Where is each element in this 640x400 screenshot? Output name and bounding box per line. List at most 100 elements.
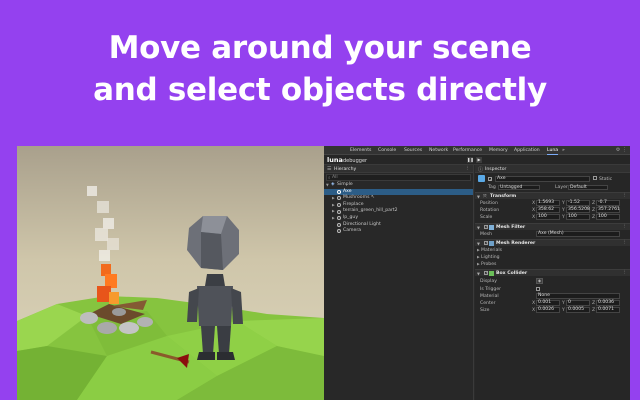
mesh-renderer-checkbox[interactable] (484, 240, 488, 245)
axis-x-label: X (532, 214, 536, 220)
component-menu-icon[interactable]: ⋮ (622, 270, 627, 275)
transform-section-header[interactable]: ▼ ⤧ Transform ⋮ (475, 192, 630, 200)
expand-arrow-icon[interactable]: ▶ (332, 208, 335, 215)
tab-network[interactable]: Network (429, 148, 448, 153)
size-x-field[interactable]: 0.0026 (536, 307, 560, 313)
center-z-field[interactable]: 0.0036 (596, 300, 620, 306)
step-button[interactable]: ▶ (476, 157, 482, 163)
mesh-filter-title: Mesh Filter (496, 225, 526, 231)
tree-item-mushrooms[interactable]: ▶ Mushrooms ↖ (324, 195, 473, 202)
mesh-field[interactable]: Axe (Mesh) (536, 231, 620, 237)
rotation-z-field[interactable]: 357.2761 (596, 207, 620, 213)
component-menu-icon[interactable]: ⋮ (622, 224, 627, 229)
luna-logo: luna (327, 156, 343, 164)
edit-collider-icon[interactable]: ◈ (536, 278, 543, 284)
is-trigger-checkbox[interactable] (536, 286, 540, 291)
tree-item-terrain[interactable]: ▶ terrain_green_hill_part2 (324, 208, 473, 215)
collapse-arrow-icon[interactable]: ▼ (477, 194, 480, 199)
scale-label: Scale (480, 214, 493, 220)
axis-z-label: Z (592, 200, 596, 206)
rotation-x-field[interactable]: 358.62 (536, 207, 560, 213)
position-x-field[interactable]: 1.5693 (536, 200, 560, 206)
gameobject-icon (337, 203, 341, 208)
axis-x-label: X (532, 200, 536, 206)
lighting-foldout[interactable]: ▶ Lighting (475, 254, 630, 260)
tag-select[interactable]: Untagged (498, 184, 540, 190)
mesh-renderer-icon (489, 241, 494, 246)
axis-x-label: X (532, 307, 536, 313)
tree-root-simple[interactable]: ▼ ◈ Simple (324, 182, 473, 189)
expand-arrow-icon[interactable]: ▼ (326, 182, 329, 189)
active-checkbox[interactable]: ✓ (488, 176, 492, 181)
rotation-label: Rotation (480, 207, 500, 213)
expand-arrow-icon[interactable]: ▶ (332, 195, 335, 202)
center-y-field[interactable]: 0 (566, 300, 590, 306)
gameobject-icon (337, 216, 341, 221)
tab-performance[interactable]: Performance (453, 148, 482, 153)
scale-x-field[interactable]: 100 (536, 214, 560, 220)
gameobject-icon (337, 229, 341, 234)
devtools-settings-icon[interactable]: ⚙ ⋮ (616, 147, 627, 153)
probes-foldout[interactable]: ▶ Probes (475, 261, 630, 267)
center-label: Center (480, 300, 496, 306)
collapse-arrow-icon[interactable]: ▼ (477, 271, 480, 276)
hierarchy-search-input[interactable]: ⌕ All (326, 174, 471, 181)
size-z-field[interactable]: 0.0071 (596, 307, 620, 313)
tree-item-camera[interactable]: Camera (324, 228, 473, 235)
expand-arrow-icon[interactable]: ▶ (332, 215, 335, 222)
game-viewport[interactable] (17, 146, 324, 400)
pause-button[interactable]: ❚❚ (467, 157, 474, 163)
tab-memory[interactable]: Memory (489, 148, 508, 153)
tree-item-lp-guy[interactable]: ▶ lp_guy (324, 215, 473, 222)
kebab-icon[interactable]: ⋮ (465, 166, 470, 171)
box-collider-checkbox[interactable] (484, 270, 488, 275)
component-menu-icon[interactable]: ⋮ (622, 193, 627, 198)
devtools-panel: Elements Console Sources Network Perform… (324, 146, 630, 400)
axis-z-label: Z (592, 307, 596, 313)
mesh-filter-section-header[interactable]: ▼ Mesh Filter ⋮ (475, 223, 630, 230)
display-row: Display ◈ (475, 278, 630, 284)
lighting-label: Lighting (481, 254, 500, 260)
tab-elements[interactable]: Elements (350, 148, 371, 153)
object-name-field[interactable]: Axe (495, 176, 590, 182)
mesh-renderer-section-header[interactable]: ▼ Mesh Renderer ⋮ (475, 239, 630, 246)
position-y-field[interactable]: -1.52 (566, 200, 590, 206)
size-y-field[interactable]: 0.0005 (566, 307, 590, 313)
layer-select[interactable]: Default (568, 184, 608, 190)
position-z-field[interactable]: -0.7 (596, 200, 620, 206)
app-window: Elements Console Sources Network Perform… (17, 146, 630, 400)
search-icon: ⌕ (328, 175, 331, 181)
tab-console[interactable]: Console (378, 148, 396, 153)
center-x-field[interactable]: 0.001 (536, 300, 560, 306)
mesh-filter-checkbox[interactable] (484, 224, 488, 229)
tree-label: lp_guy (343, 214, 359, 220)
component-menu-icon[interactable]: ⋮ (622, 240, 627, 245)
info-icon: ⓘ (478, 167, 484, 173)
hierarchy-header: ☰ Hierarchy ⋮ (324, 165, 473, 173)
static-checkbox[interactable] (593, 176, 597, 180)
collapse-arrow-icon[interactable]: ▼ (477, 225, 480, 230)
material-field[interactable]: None (536, 293, 620, 299)
rotation-y-field[interactable]: 356.5208 (566, 207, 590, 213)
box-collider-section-header[interactable]: ▼ Box Collider ⋮ (475, 269, 630, 276)
cube-icon (478, 175, 485, 182)
expand-arrow-icon[interactable]: ▶ (477, 255, 480, 259)
materials-foldout[interactable]: ▶ Materials (475, 247, 630, 253)
tab-application[interactable]: Application (514, 148, 540, 153)
tab-sources[interactable]: Sources (404, 148, 422, 153)
material-row: Material None (475, 293, 630, 299)
static-label: Static (599, 176, 613, 182)
expand-arrow-icon[interactable]: ▶ (477, 262, 480, 266)
tab-more[interactable]: » (562, 148, 565, 153)
tab-luna[interactable]: Luna (547, 148, 559, 155)
materials-label: Materials (481, 247, 503, 253)
scale-y-field[interactable]: 100 (566, 214, 590, 220)
scale-z-field[interactable]: 100 (596, 214, 620, 220)
gameobject-icon (337, 189, 341, 194)
expand-arrow-icon[interactable]: ▶ (332, 202, 335, 209)
collapse-arrow-icon[interactable]: ▼ (477, 241, 480, 246)
hierarchy-title: Hierarchy (334, 166, 357, 172)
expand-arrow-icon[interactable]: ▶ (477, 248, 480, 252)
axis-z-label: Z (592, 214, 596, 220)
axis-y-label: Y (562, 214, 565, 220)
